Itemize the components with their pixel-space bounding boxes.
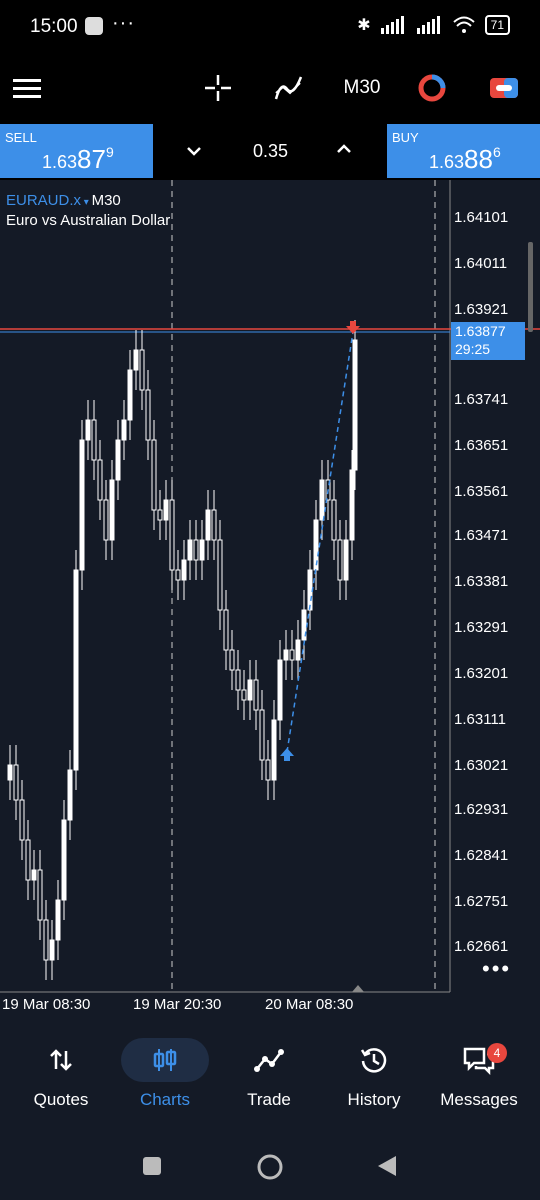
time-axis-label: 19 Mar 20:30 xyxy=(133,996,222,1013)
buy-price: 1.63886 xyxy=(429,144,501,174)
trade-button[interactable] xyxy=(486,68,522,108)
bottom-navigation: Quotes Charts Trade History 4 Messages xyxy=(0,1016,540,1128)
wifi-icon xyxy=(452,16,475,33)
vertical-scrollbar[interactable] xyxy=(528,242,533,332)
time-axis-label: 20 Mar 08:30 xyxy=(265,996,354,1013)
indicator-icon xyxy=(274,76,303,100)
time-axis-label: 19 Mar 08:30 xyxy=(2,996,91,1013)
trade-icon xyxy=(490,78,518,98)
price-axis-label: 1.63381 xyxy=(454,573,509,590)
price-axis-label: 1.62751 xyxy=(454,893,509,910)
battery-icon: 71 xyxy=(484,15,510,35)
price-axis-label: 1.62931 xyxy=(454,801,509,818)
chart-symbol-title[interactable]: EURAUD.x ▾ M30 xyxy=(6,192,121,209)
status-bar: 15:00 ··· ✱ 71 xyxy=(0,0,540,56)
price-axis-label: 1.63201 xyxy=(454,665,509,682)
quote-bar: SELL 1.63879 0.35 BUY 1.63886 xyxy=(0,124,540,178)
nav-trade[interactable]: Trade xyxy=(217,1038,321,1110)
status-time: 15:00 xyxy=(30,16,78,37)
buy-entry-arrow-icon xyxy=(280,748,294,761)
timeframe-button[interactable]: M30 xyxy=(338,68,386,108)
candles xyxy=(7,320,358,980)
crosshair-icon xyxy=(205,75,231,101)
hamburger-icon xyxy=(13,79,41,98)
charts-icon xyxy=(153,1049,177,1071)
trade-line xyxy=(286,331,354,753)
sell-button[interactable]: SELL 1.63879 xyxy=(0,124,153,178)
signal-icon xyxy=(380,16,404,34)
nav-charts[interactable]: Charts xyxy=(113,1038,217,1110)
indicators-button[interactable] xyxy=(270,68,306,108)
nav-quotes[interactable]: Quotes xyxy=(9,1038,113,1110)
more-notifications-icon: ··· xyxy=(112,12,135,34)
home-icon[interactable] xyxy=(256,1153,284,1181)
chart-toolbar: M30 xyxy=(0,56,540,120)
nav-history[interactable]: History xyxy=(322,1038,426,1110)
one-click-trading-button[interactable] xyxy=(414,68,450,108)
trade-line-icon xyxy=(254,1049,284,1072)
back-icon[interactable] xyxy=(376,1155,398,1177)
bluetooth-icon: ✱ xyxy=(357,17,371,34)
price-axis-label: 1.63921 xyxy=(454,301,509,318)
sell-label: SELL xyxy=(5,130,37,145)
increase-lot-button[interactable] xyxy=(335,140,353,158)
price-axis-label: 1.64101 xyxy=(454,209,509,226)
signal-icon-2 xyxy=(416,16,440,34)
decrease-lot-button[interactable] xyxy=(185,142,203,160)
price-axis-label: 1.64011 xyxy=(454,255,508,272)
sell-price: 1.63879 xyxy=(42,144,114,174)
app-notification-icon xyxy=(85,17,103,35)
current-price-tag: 1.63877 29:25 xyxy=(451,322,525,360)
history-icon xyxy=(360,1048,387,1073)
more-options-icon[interactable]: ••• xyxy=(482,956,511,982)
lot-size-control: 0.35 xyxy=(155,124,385,178)
nav-messages[interactable]: 4 Messages xyxy=(427,1038,531,1110)
price-axis-label: 1.63561 xyxy=(454,483,509,500)
system-navigation xyxy=(0,1128,540,1200)
price-axis-label: 1.63741 xyxy=(454,391,509,408)
price-axis-label: 1.63651 xyxy=(454,437,509,454)
price-axis-label: 1.63471 xyxy=(454,527,509,544)
menu-button[interactable] xyxy=(10,68,44,108)
price-axis-label: 1.63291 xyxy=(454,619,509,636)
price-axis-label: 1.62841 xyxy=(454,847,509,864)
price-axis-label: 1.63111 xyxy=(454,711,506,728)
chart-description: Euro vs Australian Dollar xyxy=(6,212,171,229)
buy-button[interactable]: BUY 1.63886 xyxy=(387,124,540,178)
messages-badge: 4 xyxy=(487,1043,507,1063)
price-chart[interactable]: EURAUD.x ▾ M30 Euro vs Australian Dollar… xyxy=(0,180,540,1016)
one-click-icon xyxy=(418,74,446,102)
scroll-marker-icon xyxy=(352,985,364,992)
recent-apps-icon[interactable] xyxy=(142,1156,162,1176)
price-axis-label: 1.62661 xyxy=(454,938,509,955)
quotes-icon xyxy=(50,1049,72,1071)
crosshair-button[interactable] xyxy=(200,68,236,108)
price-axis-label: 1.63021 xyxy=(454,757,509,774)
buy-label: BUY xyxy=(392,130,419,145)
lot-size-value[interactable]: 0.35 xyxy=(253,141,288,162)
status-icons: ✱ 71 xyxy=(357,15,510,35)
